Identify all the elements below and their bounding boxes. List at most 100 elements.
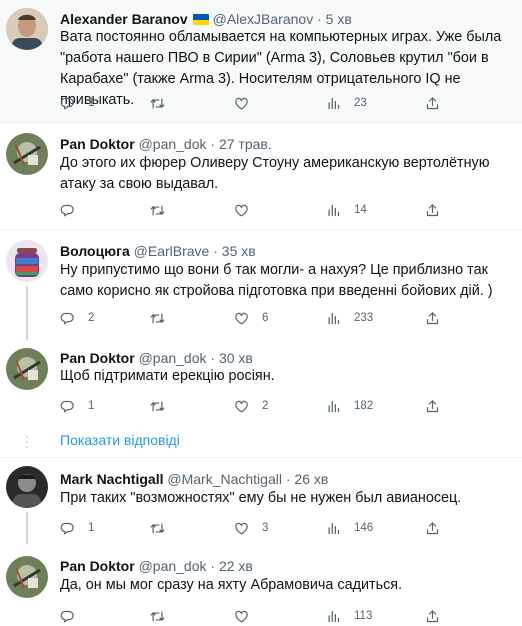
reply-icon (60, 203, 75, 218)
share-button[interactable] (425, 93, 440, 113)
view-count: 113 (354, 610, 373, 622)
views-icon (326, 609, 341, 624)
timestamp[interactable]: 30 хв (219, 350, 253, 366)
retweet-button[interactable] (150, 308, 178, 328)
author-handle[interactable]: @pan_dok (139, 350, 207, 366)
avatar[interactable] (6, 466, 48, 508)
share-button[interactable] (425, 396, 440, 416)
tweet[interactable]: Волоцюга @EarlBrave · 35 хв Ну припустим… (0, 230, 522, 340)
ukraine-flag-icon (192, 14, 209, 25)
like-button[interactable]: 3 (234, 518, 268, 538)
timestamp[interactable]: 35 хв (222, 243, 256, 259)
tweet-text: Ну припустимо що вони б так могли- а нах… (60, 262, 493, 299)
views-button[interactable]: 182 (326, 396, 373, 416)
tweet-text: При таких "возможностях" ему бы не нужен… (60, 490, 462, 506)
retweet-button[interactable] (150, 93, 178, 113)
author-handle[interactable]: @Mark_Nachtigall (167, 471, 282, 487)
reply-count: 2 (88, 312, 95, 324)
tweet-header: Pan Doktor @pan_dok · 27 трав. (60, 135, 272, 153)
author-name[interactable]: Pan Doktor (60, 136, 135, 152)
retweet-button[interactable] (150, 606, 178, 626)
views-button[interactable]: 233 (326, 308, 373, 328)
author-handle[interactable]: @pan_dok (139, 136, 207, 152)
tweet-actions: 1 23 (60, 93, 460, 113)
author-handle[interactable]: @AlexJBaranov (213, 11, 314, 27)
author-name[interactable]: Pan Doktor (60, 350, 135, 366)
reply-count: 1 (88, 522, 95, 534)
share-button[interactable] (425, 308, 440, 328)
timestamp[interactable]: 22 хв (219, 558, 253, 574)
separator-dot: · (210, 558, 216, 574)
retweet-button[interactable] (150, 396, 178, 416)
reply-button[interactable]: 1 (60, 93, 94, 113)
avatar[interactable] (6, 348, 48, 390)
views-icon (326, 96, 341, 111)
views-button[interactable]: 23 (326, 93, 367, 113)
share-button[interactable] (425, 200, 440, 220)
avatar[interactable] (6, 240, 48, 282)
author-name[interactable]: Pan Doktor (60, 558, 135, 574)
like-button[interactable]: 2 (234, 396, 268, 416)
like-button[interactable]: 6 (234, 308, 268, 328)
reply-button[interactable] (60, 606, 88, 626)
reply-button[interactable]: 1 (60, 518, 94, 538)
author-handle[interactable]: @pan_dok (139, 558, 207, 574)
views-button[interactable]: 14 (326, 200, 367, 220)
reply-count: 1 (88, 97, 95, 109)
share-icon (425, 609, 440, 624)
thread-line (26, 512, 28, 544)
reply-icon (60, 399, 75, 414)
avatar[interactable] (6, 8, 48, 50)
like-icon (234, 96, 249, 111)
like-button[interactable] (234, 606, 262, 626)
tweet-actions: 1 3 146 (60, 518, 460, 538)
like-icon (234, 521, 249, 536)
reply-icon (60, 96, 75, 111)
timestamp[interactable]: 5 хв (326, 11, 352, 27)
tweet[interactable]: Pan Doktor @pan_dok · 22 хв Да, он мы мо… (0, 544, 522, 614)
tweet[interactable]: Pan Doktor @pan_dok · 27 трав. До этого … (0, 123, 522, 230)
like-icon (234, 399, 249, 414)
avatar[interactable] (6, 556, 48, 598)
views-button[interactable]: 113 (326, 606, 372, 626)
retweet-button[interactable] (150, 518, 178, 538)
tweet-actions: 1 2 182 (60, 396, 460, 416)
share-button[interactable] (425, 518, 440, 538)
separator-dot: · (210, 136, 216, 152)
author-handle[interactable]: @EarlBrave (134, 243, 210, 259)
timestamp[interactable]: 27 трав. (219, 136, 272, 152)
retweet-icon (150, 521, 165, 536)
views-icon (326, 399, 341, 414)
like-button[interactable] (234, 93, 262, 113)
share-icon (425, 399, 440, 414)
reply-button[interactable]: 1 (60, 396, 94, 416)
reply-button[interactable] (60, 200, 88, 220)
like-icon (234, 609, 249, 624)
like-count: 2 (262, 400, 269, 412)
separator-dot: · (317, 11, 322, 27)
view-count: 233 (354, 312, 374, 324)
tweet-text: Да, он мы мог сразу на яхту Абрамовича с… (60, 577, 403, 593)
share-button[interactable] (425, 606, 440, 626)
retweet-button[interactable] (150, 200, 178, 220)
author-name[interactable]: Волоцюга (60, 243, 130, 259)
timestamp[interactable]: 26 хв (294, 471, 328, 487)
reply-icon (60, 521, 75, 536)
tweet-header: Волоцюга @EarlBrave · 35 хв (60, 242, 256, 260)
view-count: 146 (354, 522, 374, 534)
views-button[interactable]: 146 (326, 518, 373, 538)
retweet-icon (150, 399, 165, 414)
separator-dot: · (285, 471, 291, 487)
avatar[interactable] (6, 133, 48, 175)
show-replies-link[interactable]: Показати відповіді (60, 432, 180, 448)
tweet[interactable]: Alexander Baranov @AlexJBaranov · 5 хв Ва… (0, 0, 522, 123)
thread-line (26, 286, 28, 340)
reply-icon (60, 311, 75, 326)
reply-button[interactable]: 2 (60, 308, 94, 328)
like-count: 3 (262, 522, 269, 534)
like-button[interactable] (234, 200, 262, 220)
retweet-icon (150, 96, 165, 111)
author-name[interactable]: Alexander Baranov (60, 11, 188, 27)
author-name[interactable]: Mark Nachtigall (60, 471, 163, 487)
tweet[interactable]: Mark Nachtigall @Mark_Nachtigall · 26 хв… (0, 458, 522, 544)
